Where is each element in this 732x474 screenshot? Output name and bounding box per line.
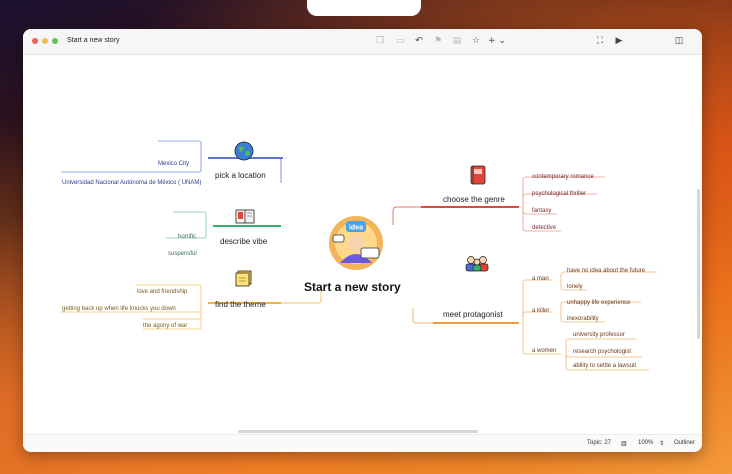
notebook-icon bbox=[469, 165, 487, 190]
topic-psychological-thriller[interactable]: psychological thriller bbox=[532, 191, 586, 197]
topic-love-and-friendship[interactable]: love and friendship bbox=[137, 289, 187, 295]
topic-settle-lawsuit[interactable]: ability to settle a lawsuit bbox=[573, 363, 636, 369]
window-title: Start a new story bbox=[67, 37, 120, 44]
status-bar: Topic: 27 ▥ 100% ⇕ Outliner bbox=[23, 434, 702, 452]
branch-describe-vibe[interactable]: describe vibe bbox=[220, 237, 267, 246]
topic-lonely[interactable]: lonely bbox=[567, 284, 583, 290]
topic-suspensful[interactable]: suspensful bbox=[168, 251, 197, 257]
horizontal-scrollbar[interactable] bbox=[238, 430, 478, 433]
comment-icon[interactable]: ▤ bbox=[451, 35, 463, 47]
topic-a-man[interactable]: a man bbox=[532, 276, 549, 282]
camera-notch bbox=[307, 0, 421, 16]
topic-research-psychologist[interactable]: research psychologist bbox=[573, 349, 631, 355]
outliner-button[interactable]: Outliner bbox=[674, 440, 695, 446]
fit-icon[interactable]: ⛶ bbox=[594, 35, 606, 47]
app-window: Start a new story ❐ ▭ ↶ ⚑ ▤ ☆ + ⌄ ⛶ ▶ ◫ bbox=[23, 29, 702, 452]
topic-mexico-city[interactable]: Mexico City bbox=[158, 161, 189, 167]
zoom-window-button[interactable] bbox=[52, 38, 58, 44]
topic-unhappy-life[interactable]: unhappy life experience bbox=[567, 300, 630, 306]
central-topic[interactable]: Start a new story bbox=[304, 280, 401, 294]
close-window-button[interactable] bbox=[32, 38, 38, 44]
minimize-window-button[interactable] bbox=[42, 38, 48, 44]
titlebar: Start a new story ❐ ▭ ↶ ⚑ ▤ ☆ + ⌄ ⛶ ▶ ◫ bbox=[23, 29, 702, 55]
present-icon[interactable]: ▶ bbox=[613, 35, 625, 47]
topic-a-killer[interactable]: a killer bbox=[532, 308, 549, 314]
vertical-scrollbar[interactable] bbox=[697, 189, 700, 339]
globe-icon bbox=[234, 141, 254, 166]
copy-icon[interactable]: ❐ bbox=[374, 35, 386, 47]
sidebar-icon[interactable]: ◫ bbox=[673, 35, 685, 47]
people-icon bbox=[464, 254, 490, 277]
zoom-stepper-icon[interactable]: ⇕ bbox=[659, 440, 664, 447]
topic-a-women[interactable]: a women bbox=[532, 348, 556, 354]
branch-find-the-theme[interactable]: find the theme bbox=[215, 300, 266, 309]
branch-choose-the-genre[interactable]: choose the genre bbox=[443, 195, 505, 204]
idea-icon: idea bbox=[328, 215, 384, 276]
zoom-level[interactable]: 100% bbox=[638, 440, 653, 446]
add-icon[interactable]: + ⌄ bbox=[488, 35, 506, 47]
branch-pick-a-location[interactable]: pick a location bbox=[215, 171, 266, 180]
topic-no-idea-future[interactable]: have no idea about the future bbox=[567, 268, 645, 274]
topic-horrific[interactable]: horrific bbox=[178, 234, 196, 240]
mindmap-canvas[interactable]: idea Start a new story pick a location M… bbox=[23, 55, 702, 430]
topic-detective[interactable]: detective bbox=[532, 225, 556, 231]
topic-getting-back-up[interactable]: getting back up when life knocks you dow… bbox=[62, 306, 176, 312]
undo-icon[interactable]: ↶ bbox=[413, 35, 425, 47]
flag-icon[interactable]: ⚑ bbox=[432, 35, 444, 47]
topic-unam[interactable]: Universidad Nacional Autónoma de México … bbox=[62, 179, 202, 187]
branch-meet-protagonist[interactable]: meet protagonist bbox=[443, 310, 503, 319]
book-icon bbox=[235, 208, 255, 231]
star-icon[interactable]: ☆ bbox=[470, 35, 482, 47]
topic-contemporary-romance[interactable]: contemporary romance bbox=[532, 174, 594, 180]
tag-icon[interactable]: ▭ bbox=[394, 35, 406, 47]
svg-text:idea: idea bbox=[349, 225, 363, 232]
topic-university-professor[interactable]: university professor bbox=[573, 332, 625, 338]
topic-inexorability[interactable]: inexorability bbox=[567, 316, 599, 322]
topic-agony-of-war[interactable]: the agony of war bbox=[143, 323, 187, 329]
topic-fantasy[interactable]: fantasy bbox=[532, 208, 551, 214]
map-view-icon[interactable]: ▥ bbox=[621, 440, 627, 447]
topic-count: Topic: 27 bbox=[587, 440, 612, 446]
sticky-note-icon bbox=[235, 270, 253, 293]
